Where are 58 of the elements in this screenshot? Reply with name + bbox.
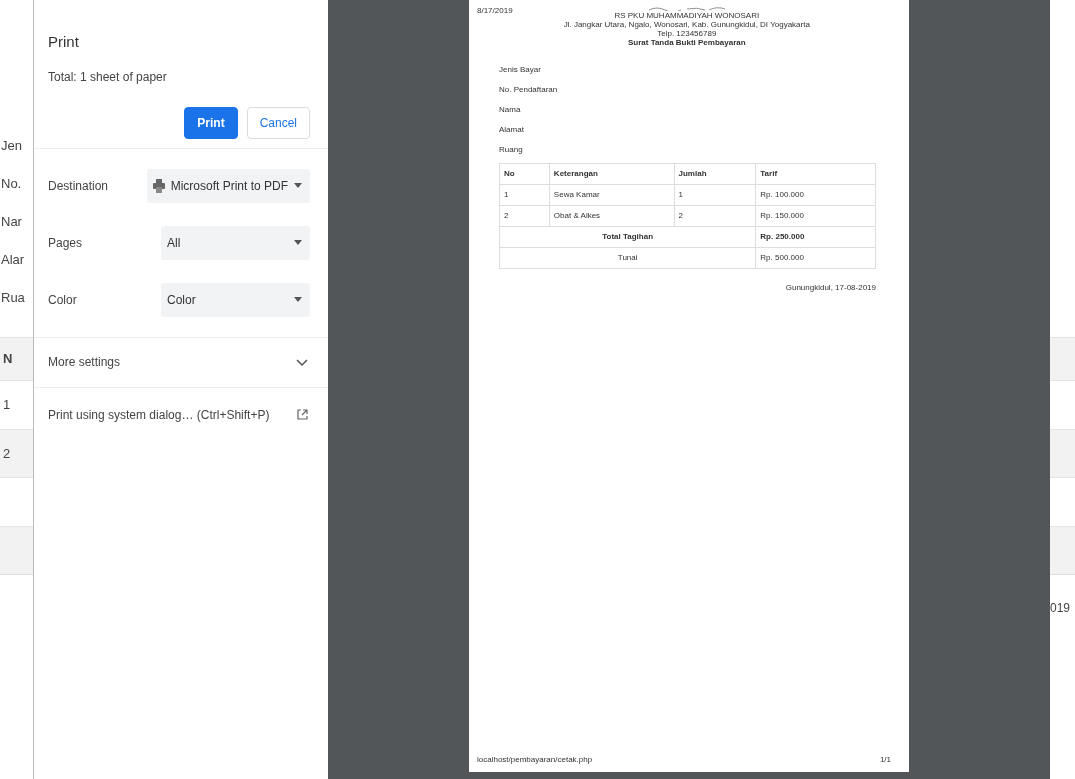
document-title: Surat Tanda Bukti Pembayaran <box>627 38 746 47</box>
table-cell: 1 <box>674 184 756 206</box>
field-label: Nama <box>499 105 522 114</box>
table-cell: Rp. 100.000 <box>755 184 876 206</box>
table-cell-text: 2 <box>3 444 11 463</box>
setting-label: Color <box>48 291 78 309</box>
table-cell: Tunai <box>499 247 756 269</box>
table-cell-text: 1 <box>3 396 11 415</box>
column-header: Tarif <box>755 163 876 185</box>
table-row <box>1050 526 1075 574</box>
hospital-name: RS PKU MUHAMMADIYAH WONOSARI <box>614 11 760 20</box>
setting-label: Destination <box>48 177 110 195</box>
hospital-phone: Telp. 123456789 <box>657 29 717 38</box>
table-cell: Total Tagihan <box>499 226 756 248</box>
print-button[interactable]: Print <box>184 106 238 139</box>
table-cell: 2 <box>674 205 756 227</box>
place-date: Gunungkidul, 17-08-2019 <box>785 283 876 292</box>
sheet-count: Total: 1 sheet of paper <box>47 68 168 86</box>
destination-dropdown[interactable]: Microsoft Print to PDF <box>146 168 310 203</box>
table-cell: Sewa Kamar <box>549 184 675 206</box>
caret-icon <box>294 297 302 302</box>
column-header: Keterangan <box>549 163 675 185</box>
table-cell: Obat & Alkes <box>549 205 675 227</box>
print-date: 8/17/2019 <box>477 6 513 17</box>
table-cell: Rp. 500.000 <box>755 247 876 269</box>
panel-title: Print <box>47 32 80 52</box>
field-label: Jenis Bayar <box>499 65 542 74</box>
field-label: Alar <box>0 251 26 269</box>
setting-label: Pages <box>48 234 84 252</box>
table-row <box>1050 429 1075 477</box>
field-label: Ruang <box>499 145 524 154</box>
system-dialog-link[interactable]: Print using system dialog… (Ctrl+Shift+P) <box>48 405 270 424</box>
column-header: Jumlah <box>674 163 756 185</box>
setting-dropdown[interactable]: All <box>161 225 310 260</box>
table-row <box>0 526 33 574</box>
field-label: Alamat <box>499 125 525 134</box>
setting-dropdown[interactable]: Color <box>161 282 310 317</box>
date-text: 019 <box>1050 600 1072 617</box>
caret-icon <box>294 183 302 188</box>
table-row <box>1050 337 1075 380</box>
field-label: Nar <box>0 213 23 231</box>
caret-icon <box>294 240 302 245</box>
field-label: Jen <box>0 137 23 155</box>
field-label: Rua <box>0 289 26 307</box>
page-number: 1/1 <box>879 755 891 764</box>
cancel-button[interactable]: Cancel <box>246 106 310 139</box>
page-url: localhost/pembayaran/cetak.php <box>477 755 593 764</box>
table-cell: 2 <box>499 205 550 227</box>
column-header: No <box>499 163 550 185</box>
hospital-address: Jl. Jangkar Utara, Ngalo, Wonosari, Kab. Gunungkidul, DI Yogyakarta <box>563 20 810 29</box>
table-cell: Rp. 250.000 <box>755 226 876 248</box>
field-label: No. Pendaftaran <box>499 85 559 94</box>
column-header: N <box>3 350 13 369</box>
field-label: No. <box>0 175 23 193</box>
table-cell: 1 <box>499 184 550 206</box>
printer-icon <box>152 178 165 193</box>
table-cell: Rp. 150.000 <box>755 205 876 227</box>
external-link-icon <box>297 409 308 420</box>
